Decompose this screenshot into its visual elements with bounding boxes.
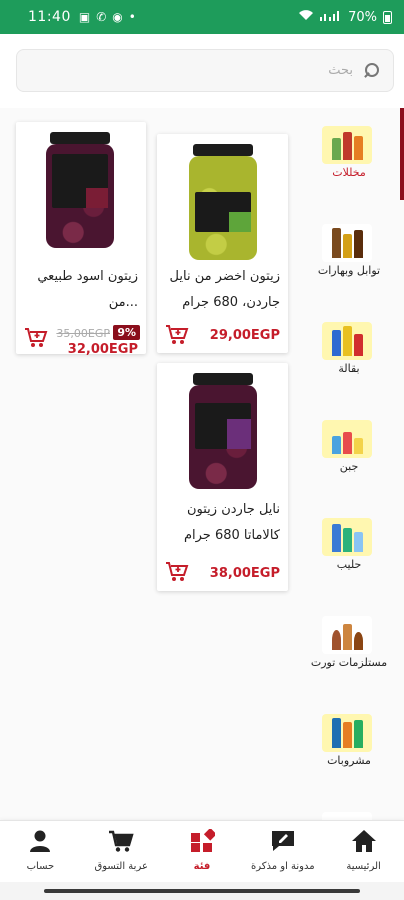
- nav-label: مدونة او مذكرة: [250, 861, 315, 872]
- product-price: 38,00EGP: [209, 566, 280, 581]
- sidebar-item-milk[interactable]: حليب: [294, 500, 404, 596]
- cart-icon: [109, 830, 134, 852]
- sidebar-item-label: توابل وبهارات: [317, 264, 381, 277]
- category-content: مخللات توابل وبهارات بقالة جبن حليب مستل…: [0, 108, 404, 820]
- sync-notification-icon: ◉: [112, 10, 123, 24]
- nav-label: عربة التسوق: [94, 861, 148, 872]
- add-to-cart-button[interactable]: [165, 324, 189, 346]
- bottom-navigation: حساب عربة التسوق فئة مدونة او مذكرة الرئ…: [0, 820, 404, 882]
- image-notification-icon: ▣: [78, 10, 91, 24]
- notes-icon: [271, 831, 294, 851]
- sidebar-item-label: جبن: [339, 460, 359, 473]
- product-price: 32,00EGP: [67, 342, 138, 357]
- product-name: زيتون اسود طبيعي ...من: [37, 269, 138, 310]
- product-card[interactable]: زيتون اسود طبيعي ...من 9% 35,00EGP 32,00…: [16, 122, 146, 357]
- product-old-price: 35,00EGP: [56, 327, 110, 340]
- more-category-icon: [322, 812, 372, 820]
- product-card[interactable]: نايل جاردن زيتون كالاماتا 680 جرام 38,00…: [157, 363, 288, 591]
- account-icon: [30, 830, 51, 852]
- grocery-icon: [322, 322, 372, 360]
- signal-icon: [320, 9, 342, 25]
- product-image: [16, 122, 146, 250]
- drinks-icon: [322, 714, 372, 752]
- search-bar: [0, 34, 404, 108]
- nav-label: فئة: [193, 861, 211, 872]
- nav-notes[interactable]: مدونة او مذكرة: [242, 821, 323, 882]
- battery-percent: 70%: [348, 9, 377, 25]
- nav-label: حساب: [26, 861, 55, 872]
- nav-account[interactable]: حساب: [0, 821, 81, 882]
- sidebar-item-label: بقالة: [338, 362, 360, 375]
- product-price: 29,00EGP: [209, 328, 280, 343]
- discount-badge: 9%: [113, 325, 140, 340]
- cheese-icon: [322, 420, 372, 458]
- add-to-cart-button[interactable]: [165, 561, 189, 583]
- spices-icon: [322, 224, 372, 262]
- sidebar-item-more[interactable]: [294, 794, 404, 820]
- home-icon: [351, 830, 376, 852]
- sidebar-item-spices[interactable]: توابل وبهارات: [294, 206, 404, 302]
- notification-icons: ▣ ✆ ◉ •: [79, 10, 136, 24]
- dot-notification-icon: •: [128, 10, 136, 24]
- wifi-icon: [298, 9, 314, 25]
- pickles-icon: [322, 126, 372, 164]
- product-card[interactable]: زيتون اخضر من نايل جاردن، 680 جرام 29,00…: [157, 134, 288, 353]
- sidebar-item-label: مستلزمات تورت: [310, 656, 388, 669]
- sidebar-item-drinks[interactable]: مشروبات: [294, 696, 404, 792]
- sidebar-item-label: حليب: [336, 558, 362, 571]
- search-icon: [363, 62, 379, 79]
- search-input[interactable]: [103, 63, 353, 78]
- phone-notification-icon: ✆: [96, 10, 107, 24]
- add-to-cart-icon: [166, 562, 189, 581]
- search-field[interactable]: [16, 49, 394, 92]
- product-name: زيتون اخضر من نايل جاردن، 680 جرام: [169, 269, 280, 310]
- sidebar-item-label: مخللات: [332, 166, 366, 179]
- nav-label: الرئيسية: [346, 861, 381, 872]
- product-image: [157, 134, 288, 262]
- milk-icon: [322, 518, 372, 556]
- sidebar-item-cake-supplies[interactable]: مستلزمات تورت: [294, 598, 404, 694]
- sidebar-item-pickles[interactable]: مخللات: [294, 108, 404, 204]
- battery-icon: [383, 10, 392, 24]
- gesture-bar: [0, 882, 404, 900]
- cake-supplies-icon: [322, 616, 372, 654]
- nav-category[interactable]: فئة: [162, 821, 243, 882]
- nav-cart[interactable]: عربة التسوق: [81, 821, 162, 882]
- status-bar: 11:40 ▣ ✆ ◉ • 70%: [0, 0, 404, 34]
- sidebar-item-cheese[interactable]: جبن: [294, 402, 404, 498]
- add-to-cart-icon: [166, 325, 189, 344]
- nav-home[interactable]: الرئيسية: [323, 821, 404, 882]
- category-sidebar: مخللات توابل وبهارات بقالة جبن حليب مستل…: [294, 108, 404, 820]
- home-gesture-handle[interactable]: [44, 889, 360, 893]
- product-image: [157, 363, 288, 491]
- sidebar-item-label: مشروبات: [327, 754, 371, 767]
- product-name: نايل جاردن زيتون كالاماتا 680 جرام: [183, 502, 280, 543]
- sidebar-item-grocery[interactable]: بقالة: [294, 304, 404, 400]
- status-time: 11:40: [28, 9, 71, 25]
- add-to-cart-button[interactable]: [24, 327, 48, 349]
- category-icon: [190, 829, 215, 852]
- add-to-cart-icon: [25, 328, 48, 347]
